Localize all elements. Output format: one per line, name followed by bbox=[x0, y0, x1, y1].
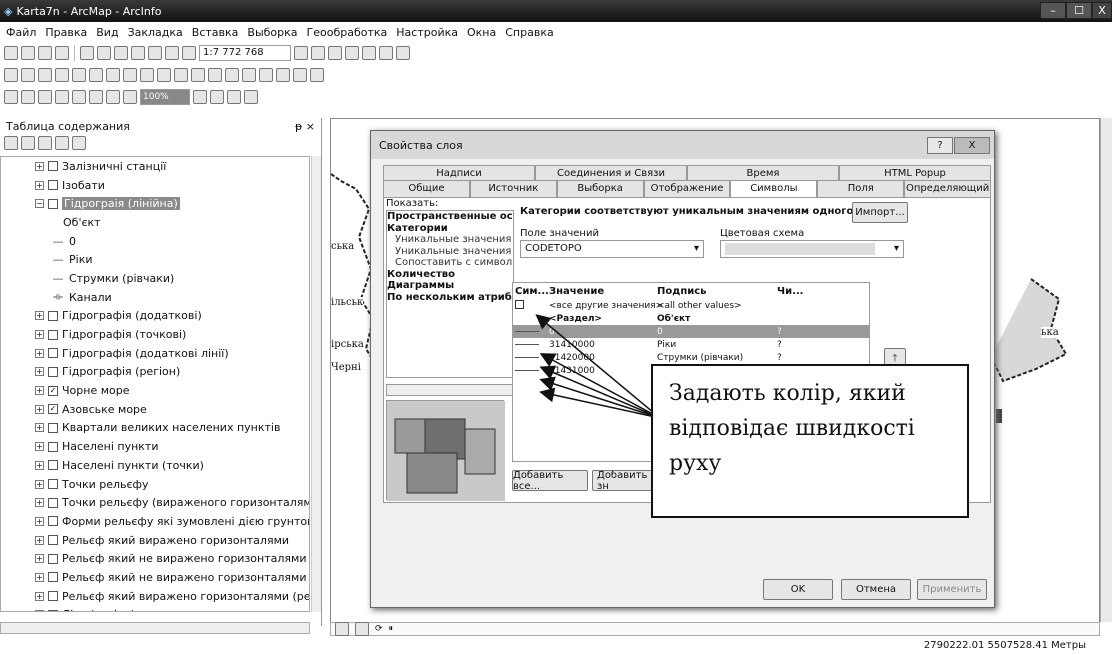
coordinates-readout: 2790222.01 5507528.41 Метры bbox=[923, 640, 1086, 651]
callout-arrow-1 bbox=[535, 314, 661, 419]
callout-arrow-3 bbox=[539, 365, 661, 419]
data-view-icon[interactable] bbox=[335, 622, 349, 636]
view-switch-bar: ⟳ ⏸ bbox=[330, 622, 1100, 636]
status-bar: 2790222.01 5507528.41 Метры bbox=[0, 636, 1112, 655]
toc-horizontal-scrollbar[interactable] bbox=[0, 622, 310, 634]
annotation-callout: Задають колір, який відповідає швидкості… bbox=[651, 364, 969, 518]
layout-view-icon[interactable] bbox=[355, 622, 369, 636]
refresh-icon[interactable]: ⟳ bbox=[375, 624, 383, 634]
pause-icon[interactable]: ⏸ bbox=[389, 624, 394, 634]
callout-arrow-5 bbox=[539, 387, 661, 419]
callout-arrows bbox=[535, 314, 661, 419]
